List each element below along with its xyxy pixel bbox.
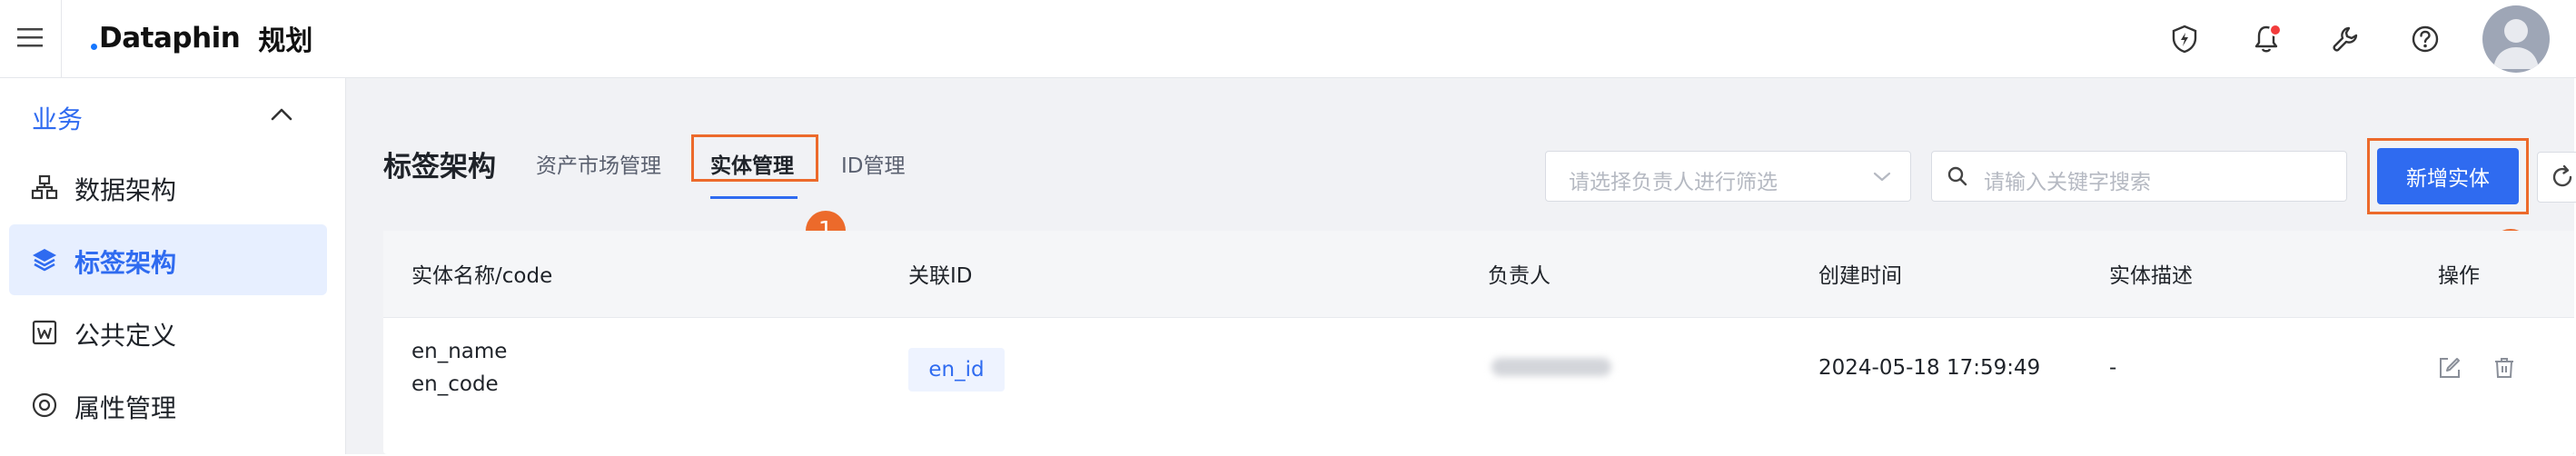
trash-icon <box>2495 358 2513 378</box>
sidebar-item-tag-architecture[interactable]: 标签架构 <box>9 224 327 295</box>
main-content: 标签架构 资产市场管理 实体管理 ID管理 1 请选择负责人进行筛选 请输入关键… <box>346 78 2576 454</box>
user-avatar-icon <box>2493 19 2539 69</box>
top-bar: Dataphin 规划 <box>0 0 2576 78</box>
search-placeholder: 请输入关键字搜索 <box>1984 171 2151 194</box>
column-header-entity-name: 实体名称/code <box>411 264 553 288</box>
chevron-up-icon[interactable] <box>269 105 294 124</box>
active-tab-indicator <box>710 196 798 199</box>
help-button[interactable] <box>2403 16 2448 62</box>
w-doc-icon <box>32 320 57 345</box>
edit-button[interactable] <box>2436 354 2463 382</box>
tools-button[interactable] <box>2323 16 2368 62</box>
entity-code: en_code <box>411 372 499 396</box>
menu-button[interactable] <box>0 0 62 78</box>
column-header-description: 实体描述 <box>2109 264 2193 288</box>
avatar[interactable] <box>2482 5 2550 73</box>
column-header-owner: 负责人 <box>1488 264 1551 288</box>
column-header-actions: 操作 <box>2438 264 2480 288</box>
help-icon <box>2412 25 2439 53</box>
page-title: 标签架构 <box>383 151 496 183</box>
column-header-linked-id: 关联ID <box>908 264 973 288</box>
wrench-icon <box>2333 26 2358 52</box>
sidebar-group-label: 业务 <box>32 104 84 134</box>
sidebar-item-label: 属性管理 <box>74 393 177 423</box>
edit-icon <box>2440 358 2460 378</box>
module-title: 规划 <box>258 25 313 57</box>
app-logo[interactable]: Dataphin 规划 <box>91 18 312 58</box>
delete-button[interactable] <box>2491 354 2518 382</box>
column-header-created-time: 创建时间 <box>1818 264 1902 288</box>
tab-id-management[interactable]: ID管理 <box>841 148 906 179</box>
bolt-shield-button[interactable] <box>2162 16 2207 62</box>
created-time: 2024-05-18 17:59:49 <box>1818 356 2041 380</box>
bolt-shield-icon <box>2172 25 2197 54</box>
logo-dot-icon <box>91 43 97 50</box>
search-input[interactable]: 请输入关键字搜索 <box>1931 151 2347 202</box>
entity-description: - <box>2109 356 2117 380</box>
notification-dot <box>2269 24 2282 36</box>
refresh-button[interactable] <box>2537 152 2576 203</box>
sidebar-item-data-architecture[interactable]: 数据架构 <box>9 152 327 223</box>
linked-id-tag[interactable]: en_id <box>908 348 1005 392</box>
hierarchy-icon <box>31 174 58 200</box>
hamburger-icon <box>17 28 43 47</box>
owner-filter-placeholder: 请选择负责人进行筛选 <box>1569 171 1778 194</box>
refresh-icon <box>2552 164 2572 187</box>
entity-name: en_name <box>411 340 508 363</box>
sidebar-group-business[interactable]: 业务 <box>0 78 345 156</box>
owner-name-redacted <box>1491 358 1611 376</box>
sidebar-item-label: 标签架构 <box>74 248 177 278</box>
entity-table: 实体名称/code 关联ID 负责人 创建时间 实体描述 操作 en_name … <box>383 231 2574 454</box>
sidebar-item-attribute-management[interactable]: 属性管理 <box>9 370 327 441</box>
add-entity-button[interactable]: 新增实体 <box>2377 148 2519 204</box>
sidebar-item-label: 公共定义 <box>74 321 177 351</box>
tab-asset-market[interactable]: 资产市场管理 <box>536 148 661 179</box>
table-header: 实体名称/code 关联ID 负责人 创建时间 实体描述 操作 <box>383 231 2574 318</box>
sidebar-item-public-definition[interactable]: 公共定义 <box>9 297 327 368</box>
chevron-down-icon <box>1873 172 1891 182</box>
notifications-button[interactable] <box>2244 16 2289 62</box>
search-icon <box>1947 166 1967 186</box>
layers-icon <box>33 249 56 272</box>
logo-text: Dataphin <box>99 22 241 55</box>
owner-filter-select[interactable]: 请选择负责人进行筛选 <box>1545 151 1911 202</box>
highlight-box-tab <box>691 134 818 182</box>
sidebar-item-label: 数据架构 <box>74 175 177 205</box>
sidebar: 业务 数据架构 标签架构 公共定义 属性管理 <box>0 78 346 454</box>
attribute-icon <box>32 392 57 418</box>
